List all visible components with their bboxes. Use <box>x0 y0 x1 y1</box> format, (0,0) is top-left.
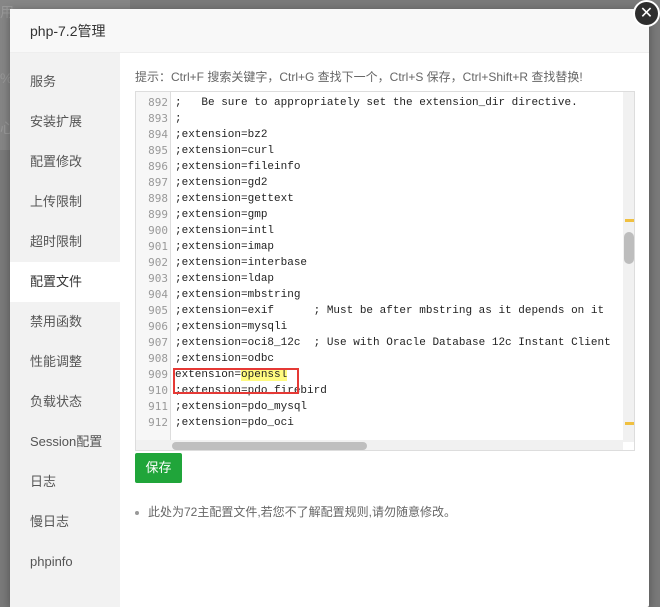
sidebar-item-service[interactable]: 服务 <box>10 62 120 102</box>
line-number: 893 <box>148 112 168 125</box>
line-number: 911 <box>148 400 168 413</box>
line-number: 894 <box>148 128 168 141</box>
sidebar-item-slow-logs[interactable]: 慢日志 <box>10 502 120 542</box>
line-number: 908 <box>148 352 168 365</box>
line-number: 909 <box>148 368 168 381</box>
code-text: ;extension=odbc <box>175 353 275 365</box>
code-line[interactable]: 901 ;extension=imap <box>136 239 616 255</box>
code-line[interactable]: 896 ;extension=fileinfo <box>136 159 616 175</box>
sidebar: 服务 安装扩展 配置修改 上传限制 超时限制 配置文件 禁用函数 性能调整 负载… <box>10 53 120 607</box>
code-line[interactable]: 906 ;extension=mysqli <box>136 319 616 335</box>
code-line[interactable]: 907 ;extension=oci8_12c ; Use with Oracle… <box>136 335 616 351</box>
code-line[interactable]: 905 ;extension=exif ; Must be after mbstr… <box>136 303 616 319</box>
vertical-scrollbar[interactable] <box>623 92 634 442</box>
line-number: 905 <box>148 304 168 317</box>
line-number: 903 <box>148 272 168 285</box>
sidebar-item-load-status[interactable]: 负载状态 <box>10 382 120 422</box>
sidebar-item-upload-limit[interactable]: 上传限制 <box>10 182 120 222</box>
code-line[interactable]: 893; <box>136 111 616 127</box>
code-text: ;extension=interbase <box>175 257 308 269</box>
sidebar-item-config-modify[interactable]: 配置修改 <box>10 142 120 182</box>
sidebar-item-install-extensions[interactable]: 安装扩展 <box>10 102 120 142</box>
code-text: ;extension=oci8_12c ; Use with Oracle Da… <box>175 337 611 349</box>
modal-title: php-7.2管理 <box>30 23 106 39</box>
sidebar-item-logs[interactable]: 日志 <box>10 462 120 502</box>
code-line[interactable]: 903 ;extension=ldap <box>136 271 616 287</box>
config-note: 此处为72主配置文件,若您不了解配置规则,请勿随意修改。 <box>135 503 456 520</box>
line-number: 896 <box>148 160 168 173</box>
code-line[interactable]: 911 ;extension=pdo_mysql <box>136 399 616 415</box>
code-text: ;extension=gmp <box>175 209 268 221</box>
line-number: 900 <box>148 224 168 237</box>
code-line[interactable]: 900 ;extension=intl <box>136 223 616 239</box>
code-text: ;extension=curl <box>175 145 275 157</box>
code-line[interactable]: 899 ;extension=gmp <box>136 207 616 223</box>
modal-header: php-7.2管理 <box>10 9 649 53</box>
line-number: 912 <box>148 416 168 429</box>
code-text: ;extension=gd2 <box>175 177 268 189</box>
line-number: 910 <box>148 384 168 397</box>
code-line[interactable]: 894 ;extension=bz2 <box>136 127 616 143</box>
code-line[interactable]: 904 ;extension=mbstring <box>136 287 616 303</box>
sidebar-item-config-file[interactable]: 配置文件 <box>10 262 120 302</box>
save-button[interactable]: 保存 <box>135 453 182 483</box>
config-note-text: 此处为72主配置文件,若您不了解配置规则,请勿随意修改。 <box>148 505 457 519</box>
code-text: ;extension=bz2 <box>175 129 268 141</box>
code-text: ;extension=imap <box>175 241 275 253</box>
line-number: 895 <box>148 144 168 157</box>
line-number: 906 <box>148 320 168 333</box>
code-text: ; <box>175 113 182 125</box>
code-text: ;extension=pdo_oci <box>175 417 294 429</box>
code-text: ; Be sure to appropriately set the exten… <box>175 97 578 109</box>
search-match-marker <box>625 422 634 425</box>
line-number: 904 <box>148 288 168 301</box>
line-number: 898 <box>148 192 168 205</box>
line-number: 897 <box>148 176 168 189</box>
line-number: 892 <box>148 96 168 109</box>
code-line[interactable]: 912 ;extension=pdo_oci <box>136 415 616 431</box>
code-editor[interactable]: 892 ; Be sure to appropriately set the ex… <box>135 91 635 451</box>
editor-tip: 提示：Ctrl+F 搜索关键字，Ctrl+G 查找下一个，Ctrl+S 保存，C… <box>135 70 583 84</box>
code-text: ;extension=pdo_mysql <box>175 401 308 413</box>
code-text: ;extension=ldap <box>175 273 275 285</box>
code-text: ;extension=exif ; Must be after mbstring… <box>175 305 605 317</box>
code-line[interactable]: 902 ;extension=interbase <box>136 255 616 271</box>
close-icon[interactable]: ✕ <box>633 0 660 27</box>
line-number: 901 <box>148 240 168 253</box>
sidebar-item-performance[interactable]: 性能调整 <box>10 342 120 382</box>
php-manager-modal: php-7.2管理 服务 安装扩展 配置修改 上传限制 超时限制 配置文件 禁用… <box>10 9 649 607</box>
code-line[interactable]: 895 ;extension=curl <box>136 143 616 159</box>
sidebar-item-timeout-limit[interactable]: 超时限制 <box>10 222 120 262</box>
code-text: ;extension=gettext <box>175 193 294 205</box>
bullet-icon <box>135 510 139 515</box>
code-text: ;extension=mysqli <box>175 321 288 333</box>
sidebar-item-phpinfo[interactable]: phpinfo <box>10 542 120 582</box>
horizontal-scrollbar-thumb[interactable] <box>172 442 367 450</box>
sidebar-item-session-config[interactable]: Session配置 <box>10 422 120 462</box>
line-number: 899 <box>148 208 168 221</box>
vertical-scrollbar-thumb[interactable] <box>624 232 634 264</box>
code-text: ;extension=intl <box>175 225 275 237</box>
code-text: ;extension=mbstring <box>175 289 301 301</box>
code-line[interactable]: 908 ;extension=odbc <box>136 351 616 367</box>
line-number: 902 <box>148 256 168 269</box>
sidebar-item-disabled-functions[interactable]: 禁用函数 <box>10 302 120 342</box>
highlight-annotation-box <box>173 368 299 394</box>
line-number: 907 <box>148 336 168 349</box>
search-match-marker <box>625 219 634 222</box>
code-line[interactable]: 898 ;extension=gettext <box>136 191 616 207</box>
code-text: ;extension=fileinfo <box>175 161 301 173</box>
code-line[interactable]: 897 ;extension=gd2 <box>136 175 616 191</box>
code-line[interactable]: 892 ; Be sure to appropriately set the ex… <box>136 95 616 111</box>
